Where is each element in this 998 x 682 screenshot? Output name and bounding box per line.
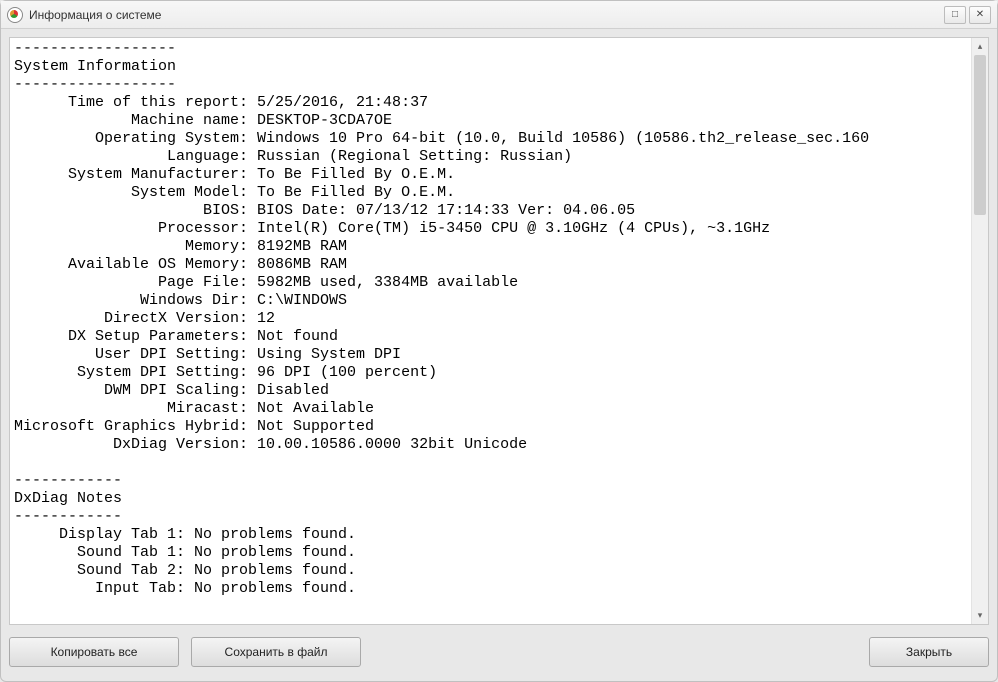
close-window-button[interactable]: ✕ — [969, 6, 991, 24]
close-button[interactable]: Закрыть — [869, 637, 989, 667]
maximize-button[interactable]: □ — [944, 6, 966, 24]
copy-all-button[interactable]: Копировать все — [9, 637, 179, 667]
scroll-thumb[interactable] — [974, 55, 986, 215]
system-info-textbox[interactable]: ------------------ System Information --… — [9, 37, 989, 625]
content-area: ------------------ System Information --… — [1, 29, 997, 681]
window-controls: □ ✕ — [941, 6, 991, 24]
system-info-text: ------------------ System Information --… — [10, 38, 988, 624]
scroll-up-button[interactable]: ▴ — [972, 38, 988, 55]
titlebar: Информация о системе □ ✕ — [1, 1, 997, 29]
window-title: Информация о системе — [29, 8, 161, 22]
vertical-scrollbar[interactable]: ▴ ▾ — [971, 38, 988, 624]
button-row: Копировать все Сохранить в файл Закрыть — [9, 637, 989, 667]
save-to-file-button[interactable]: Сохранить в файл — [191, 637, 361, 667]
scroll-down-button[interactable]: ▾ — [972, 607, 988, 624]
app-icon — [7, 7, 23, 23]
